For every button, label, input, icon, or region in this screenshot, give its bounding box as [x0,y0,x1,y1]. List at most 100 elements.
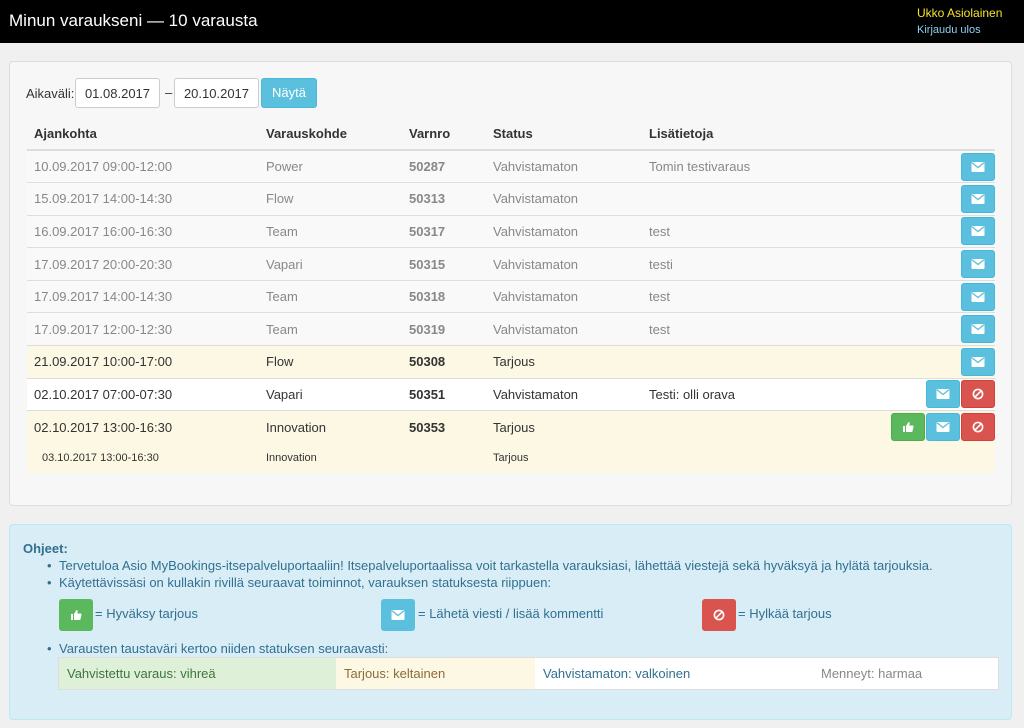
cell-status: Vahvistamaton [486,247,642,281]
cell-target: Innovation [259,410,402,444]
cell-target: Vapari [259,377,402,411]
table-row: 15.09.2017 14:00-14:30 Flow 50313 Vahvistam… [27,182,995,216]
cell-target: Power [259,149,402,183]
legend-message-button [381,599,415,631]
row-actions [842,149,995,183]
cell-info [642,345,842,379]
table-row: 21.09.2017 10:00-17:00 Flow 50308 Tarjous [27,345,995,379]
show-button[interactable]: Näytä [261,78,317,108]
table-row: 17.09.2017 20:00-20:30 Vapari 50315 Vahvist… [27,247,995,281]
send-message-button[interactable] [961,347,995,376]
legend-past: Menneyt: harmaa [813,658,998,689]
cell-time: 02.10.2017 13:00-16:30 [27,410,259,444]
cell-number: 50287 [402,149,486,183]
cell-time: 21.09.2017 10:00-17:00 [27,345,259,379]
column-header-number: Varnro [402,117,486,151]
color-intro-text: Varausten taustaväri kertoo niiden statu… [59,641,389,656]
cell-target: Team [259,312,402,346]
date-range-label: Aikaväli: [26,86,75,101]
cell-time: 10.09.2017 09:00-12:00 [27,149,259,183]
send-message-button[interactable] [926,413,960,442]
cell-number: 50351 [402,377,486,411]
column-header-status: Status [486,117,642,151]
row-actions [842,182,995,216]
legend-confirmed: Vahvistettu varaus: vihreä [59,658,336,689]
reservations-panel: Aikaväli: – Näytä Ajankohta Varauskohde … [9,61,1012,506]
bullet: • [47,575,52,590]
sub-cell-status: Tarjous [486,443,642,474]
envelope-icon [971,226,985,237]
cell-status: Vahvistamaton [486,182,642,216]
send-message-button[interactable] [961,184,995,213]
envelope-icon [936,422,950,433]
table-row: 02.10.2017 13:00-16:30 Innovation 50353 Tar… [27,410,995,444]
cell-number: 50319 [402,312,486,346]
cell-number: 50353 [402,410,486,444]
sub-cell-info [642,443,842,474]
cell-time: 17.09.2017 14:00-14:30 [27,279,259,313]
send-message-button[interactable] [961,282,995,311]
envelope-icon [971,193,985,204]
cell-time: 17.09.2017 20:00-20:30 [27,247,259,281]
row-actions [842,214,995,248]
cell-number: 50315 [402,247,486,281]
table-row: 17.09.2017 14:00-14:30 Team 50318 Vahvistam… [27,279,995,313]
row-actions [842,247,995,281]
cell-number: 50318 [402,279,486,313]
reject-offer-button[interactable] [961,413,995,442]
reject-offer-button[interactable] [961,380,995,409]
logout-link[interactable]: Kirjaudu ulos [917,24,981,36]
column-header-actions [842,117,995,151]
legend-accept-text: = Hyväksy tarjous [95,606,198,621]
envelope-icon [971,324,985,335]
row-actions [842,312,995,346]
send-message-button[interactable] [961,152,995,181]
cell-target: Team [259,279,402,313]
send-message-button[interactable] [961,217,995,246]
legend-accept-button [59,599,93,631]
top-navbar: Minun varaukseni — 10 varausta Ukko Asio… [0,0,1024,43]
end-date-input[interactable] [174,78,259,108]
cell-target: Flow [259,345,402,379]
cell-number: 50308 [402,345,486,379]
cell-status: Vahvistamaton [486,214,642,248]
cell-target: Team [259,214,402,248]
accept-offer-button[interactable] [891,413,925,442]
sub-cell-actions [842,443,995,474]
cell-info [642,410,842,444]
start-date-input[interactable] [75,78,160,108]
row-actions [842,410,995,444]
table-row: 17.09.2017 12:00-12:30 Team 50319 Vahvistam… [27,312,995,346]
user-name-link[interactable]: Ukko Asiolainen [917,6,1002,20]
send-message-button[interactable] [961,315,995,344]
welcome-text: Tervetuloa Asio MyBookings-itsepalvelupo… [59,558,933,573]
table-row: 16.09.2017 16:00-16:30 Team 50317 Vahvistam… [27,214,995,248]
table-row: 02.10.2017 07:00-07:30 Vapari 50351 Vahvist… [27,377,995,411]
send-message-button[interactable] [926,380,960,409]
envelope-icon [391,610,405,620]
ban-icon [972,389,984,400]
envelope-icon [971,356,985,367]
legend-unconfirmed: Vahvistamaton: valkoinen [535,658,813,689]
reservations-table: Ajankohta Varauskohde Varnro Status Lisä… [27,117,995,474]
cell-info: Tomin testivaraus [642,149,842,183]
row-actions [842,345,995,379]
status-color-legend: Vahvistettu varaus: vihreä Tarjous: kelt… [58,657,999,690]
legend-offer: Tarjous: keltainen [336,658,535,689]
legend-reject-button [702,599,736,631]
instructions-panel: Ohjeet: • Tervetuloa Asio MyBookings-its… [9,524,1012,720]
cell-status: Vahvistamaton [486,377,642,411]
cell-time: 02.10.2017 07:00-07:30 [27,377,259,411]
send-message-button[interactable] [961,250,995,279]
cell-number: 50317 [402,214,486,248]
cell-status: Tarjous [486,345,642,379]
envelope-icon [971,291,985,302]
row-actions [842,377,995,411]
sub-cell-target: Innovation [259,443,402,474]
cell-status: Vahvistamaton [486,312,642,346]
thumbs-up-icon [71,610,82,620]
page-title: Minun varaukseni — 10 varausta [9,11,258,30]
cell-number: 50313 [402,182,486,216]
sub-row: 03.10.2017 13:00-16:30 Innovation Tarjous [27,443,995,474]
cell-info [642,182,842,216]
